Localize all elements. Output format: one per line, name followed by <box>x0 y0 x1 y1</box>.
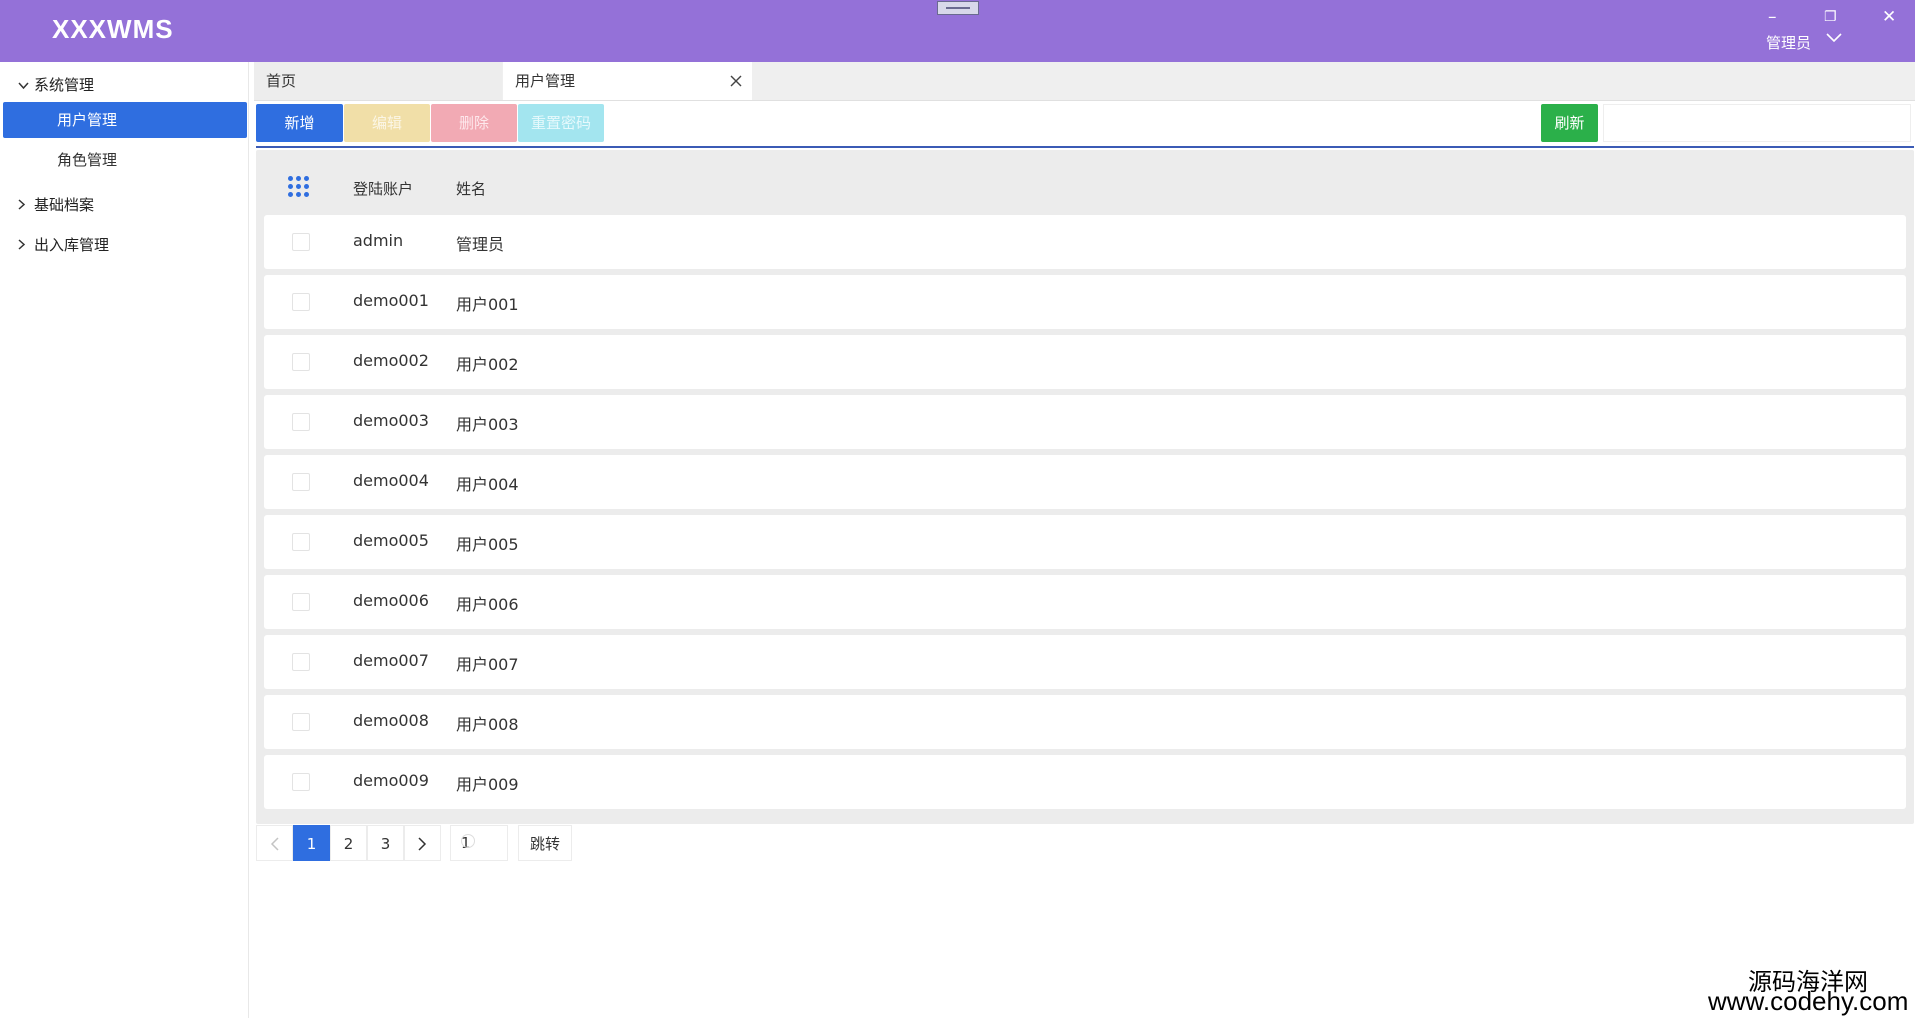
drag-handle-icon[interactable] <box>937 1 979 15</box>
sidebar-group-label: 系统管理 <box>34 76 95 94</box>
sidebar-group-label: 出入库管理 <box>34 236 110 254</box>
table-row[interactable]: demo005 用户005 <box>264 515 1906 569</box>
page-button-3[interactable]: 3 <box>367 825 404 861</box>
row-account: admin <box>353 231 404 250</box>
edit-button[interactable]: 编辑 <box>344 104 430 142</box>
chevron-down-icon[interactable] <box>1826 28 1842 47</box>
toolbar-divider <box>256 146 1914 148</box>
tab-bar: 首页 用户管理 <box>254 62 1915 101</box>
row-checkbox[interactable] <box>292 293 310 311</box>
spinner-icon <box>461 834 475 848</box>
column-header-name[interactable]: 姓名 <box>456 178 486 199</box>
row-account: demo007 <box>353 651 429 670</box>
table-row[interactable]: demo007 用户007 <box>264 635 1906 689</box>
row-account: demo002 <box>353 351 429 370</box>
table-row[interactable]: demo003 用户003 <box>264 395 1906 449</box>
title-bar: XXXWMS – ❐ ✕ 管理员 <box>0 0 1915 62</box>
user-menu-label[interactable]: 管理员 <box>1766 32 1811 53</box>
row-checkbox[interactable] <box>292 593 310 611</box>
table-row[interactable]: admin 管理员 <box>264 215 1906 269</box>
reset-password-button[interactable]: 重置密码 <box>518 104 604 142</box>
prev-page-icon[interactable] <box>256 825 293 861</box>
row-checkbox[interactable] <box>292 653 310 671</box>
sidebar-group-label: 基础档案 <box>34 196 95 214</box>
table-row[interactable]: demo009 用户009 <box>264 755 1906 809</box>
table-row[interactable]: demo002 用户002 <box>264 335 1906 389</box>
sidebar: 系统管理 用户管理 角色管理 基础档案 出入库管理 <box>0 62 249 1018</box>
user-table: 登陆账户 姓名 admin 管理员 demo001 用户001 demo002 … <box>256 150 1914 824</box>
toolbar: 新增 编辑 删除 重置密码 刷新 <box>256 104 1914 148</box>
table-row[interactable]: demo006 用户006 <box>264 575 1906 629</box>
search-input[interactable] <box>1603 104 1911 142</box>
row-name: 用户009 <box>456 775 519 794</box>
tab-user-management[interactable]: 用户管理 <box>503 62 752 100</box>
table-row[interactable]: demo008 用户008 <box>264 695 1906 749</box>
restore-icon[interactable]: ❐ <box>1824 6 1837 28</box>
table-row[interactable]: demo004 用户004 <box>264 455 1906 509</box>
row-name: 用户004 <box>456 475 519 494</box>
jump-page-input[interactable]: 1 <box>450 825 508 861</box>
refresh-button[interactable]: 刷新 <box>1541 104 1598 142</box>
minimize-icon[interactable]: – <box>1768 6 1777 28</box>
row-checkbox[interactable] <box>292 413 310 431</box>
next-page-icon[interactable] <box>404 825 441 861</box>
delete-button[interactable]: 删除 <box>431 104 517 142</box>
tab-home[interactable]: 首页 <box>254 62 502 100</box>
row-checkbox[interactable] <box>292 473 310 491</box>
row-checkbox[interactable] <box>292 353 310 371</box>
sidebar-group-basic-archives[interactable]: 基础档案 <box>18 194 94 215</box>
table-header: 登陆账户 姓名 <box>256 150 1914 212</box>
column-header-account[interactable]: 登陆账户 <box>353 178 413 199</box>
table-row[interactable]: demo001 用户001 <box>264 275 1906 329</box>
add-button[interactable]: 新增 <box>256 104 343 142</box>
sidebar-group-system[interactable]: 系统管理 <box>18 74 94 95</box>
row-name: 管理员 <box>456 235 505 254</box>
row-name: 用户001 <box>456 295 519 314</box>
row-checkbox[interactable] <box>292 713 310 731</box>
chevron-down-icon <box>18 79 34 93</box>
row-name: 用户006 <box>456 595 519 614</box>
tab-label: 用户管理 <box>515 72 576 90</box>
page-button-1[interactable]: 1 <box>293 825 330 861</box>
row-account: demo009 <box>353 771 429 790</box>
page-button-2[interactable]: 2 <box>330 825 367 861</box>
row-account: demo005 <box>353 531 429 550</box>
row-checkbox[interactable] <box>292 773 310 791</box>
sidebar-group-inventory[interactable]: 出入库管理 <box>18 234 109 255</box>
row-account: demo006 <box>353 591 429 610</box>
column-settings-icon[interactable] <box>288 176 312 198</box>
row-account: demo003 <box>353 411 429 430</box>
chevron-right-icon <box>18 199 34 213</box>
row-account: demo004 <box>353 471 429 490</box>
chevron-right-icon <box>18 239 34 253</box>
watermark-url: www.codehy.com <box>1708 986 1909 1016</box>
row-name: 用户003 <box>456 415 519 434</box>
sidebar-item-user-management[interactable]: 用户管理 <box>3 102 247 138</box>
row-account: demo008 <box>353 711 429 730</box>
jump-button[interactable]: 跳转 <box>518 825 572 861</box>
sidebar-item-role-management[interactable]: 角色管理 <box>3 142 247 178</box>
close-window-icon[interactable]: ✕ <box>1882 6 1896 28</box>
row-name: 用户005 <box>456 535 519 554</box>
app-title: XXXWMS <box>52 14 174 44</box>
close-icon[interactable] <box>730 62 742 101</box>
row-checkbox[interactable] <box>292 533 310 551</box>
row-name: 用户002 <box>456 355 519 374</box>
row-name: 用户007 <box>456 655 519 674</box>
row-checkbox[interactable] <box>292 233 310 251</box>
row-name: 用户008 <box>456 715 519 734</box>
row-account: demo001 <box>353 291 429 310</box>
